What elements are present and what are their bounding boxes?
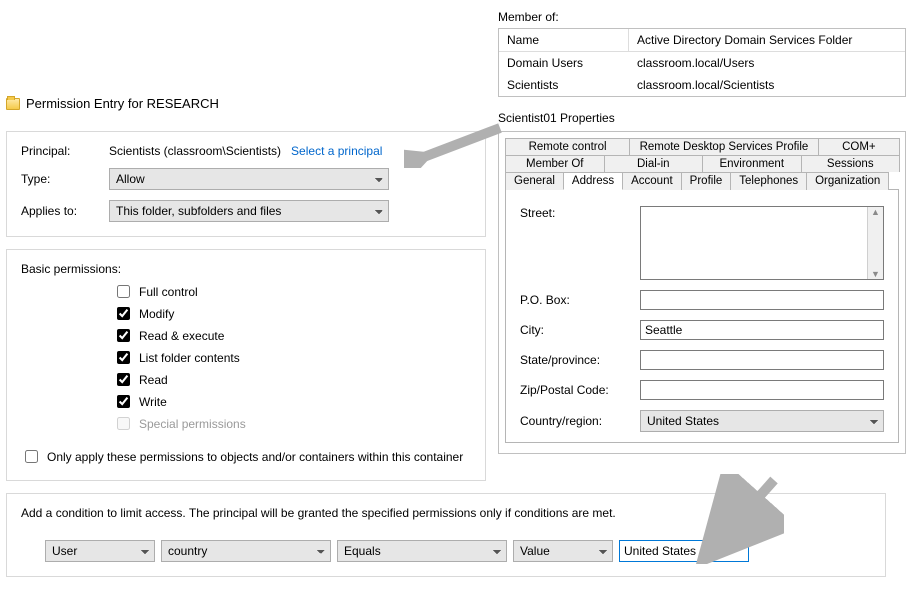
tab-general[interactable]: General — [505, 172, 564, 190]
permissions-group: Basic permissions: Full control Modify R… — [6, 249, 486, 481]
scrollbar[interactable]: ▲▼ — [867, 207, 883, 279]
street-label: Street: — [520, 206, 640, 220]
pobox-label: P.O. Box: — [520, 293, 640, 307]
select-principal-link[interactable]: Select a principal — [291, 144, 382, 158]
principal-value: Scientists (classroom\Scientists) — [109, 144, 281, 158]
perm-read-execute-label: Read & execute — [139, 329, 224, 343]
tab-telephones[interactable]: Telephones — [730, 172, 807, 190]
tab-organization[interactable]: Organization — [806, 172, 889, 190]
properties-title: Scientist01 Properties — [498, 111, 906, 125]
tab-address[interactable]: Address — [563, 172, 623, 190]
perm-list-folder-label: List folder contents — [139, 351, 240, 365]
basic-permissions-label: Basic permissions: — [21, 262, 471, 276]
member-row[interactable]: Domain Users classroom.local/Users — [499, 52, 905, 74]
member-name: Scientists — [499, 74, 629, 96]
state-input[interactable] — [640, 350, 884, 370]
applies-to-select[interactable]: This folder, subfolders and files — [109, 200, 389, 222]
condition-value-input[interactable] — [619, 540, 749, 562]
address-tab-content: Street: ▲▼ P.O. Box: City: State/provinc… — [505, 189, 899, 443]
pobox-input[interactable] — [640, 290, 884, 310]
perm-modify-label: Modify — [139, 307, 174, 321]
perm-write-label: Write — [139, 395, 167, 409]
country-select[interactable]: United States — [640, 410, 884, 432]
properties-dialog: Remote control Remote Desktop Services P… — [498, 131, 906, 454]
folder-icon — [6, 98, 20, 110]
perm-full-control[interactable] — [117, 285, 130, 298]
perm-read-label: Read — [139, 373, 168, 387]
zip-label: Zip/Postal Code: — [520, 383, 640, 397]
condition-group: Add a condition to limit access. The pri… — [6, 493, 886, 577]
perm-special-label: Special permissions — [139, 417, 246, 431]
permission-entry-title: Permission Entry for RESEARCH — [26, 96, 219, 111]
tab-account[interactable]: Account — [622, 172, 682, 190]
condition-operator-select[interactable]: Equals — [337, 540, 507, 562]
type-label: Type: — [21, 172, 109, 186]
condition-subject-select[interactable]: User — [45, 540, 155, 562]
type-select[interactable]: Allow — [109, 168, 389, 190]
only-apply-checkbox[interactable] — [25, 450, 38, 463]
member-of-label: Member of: — [498, 10, 906, 24]
perm-modify[interactable] — [117, 307, 130, 320]
street-textarea[interactable]: ▲▼ — [640, 206, 884, 280]
tab-sessions[interactable]: Sessions — [801, 155, 901, 172]
perm-read-execute[interactable] — [117, 329, 130, 342]
principal-label: Principal: — [21, 144, 109, 158]
tab-member-of[interactable]: Member Of — [505, 155, 605, 172]
member-folder: classroom.local/Scientists — [629, 74, 905, 96]
tab-remote-control[interactable]: Remote control — [505, 138, 630, 155]
city-input[interactable] — [640, 320, 884, 340]
principal-group: Principal: Scientists (classroom\Scienti… — [6, 131, 486, 237]
member-of-list: Name Active Directory Domain Services Fo… — [498, 28, 906, 97]
zip-input[interactable] — [640, 380, 884, 400]
applies-to-label: Applies to: — [21, 204, 109, 218]
perm-full-control-label: Full control — [139, 285, 198, 299]
perm-special — [117, 417, 130, 430]
country-label: Country/region: — [520, 414, 640, 428]
city-label: City: — [520, 323, 640, 337]
member-row[interactable]: Scientists classroom.local/Scientists — [499, 74, 905, 96]
tab-profile[interactable]: Profile — [681, 172, 732, 190]
tab-dial-in[interactable]: Dial-in — [604, 155, 704, 172]
perm-write[interactable] — [117, 395, 130, 408]
state-label: State/province: — [520, 353, 640, 367]
perm-read[interactable] — [117, 373, 130, 386]
member-name: Domain Users — [499, 52, 629, 74]
only-apply-label: Only apply these permissions to objects … — [47, 450, 463, 464]
member-col-name[interactable]: Name — [499, 29, 629, 51]
tab-com-plus[interactable]: COM+ — [818, 138, 900, 155]
tab-environment[interactable]: Environment — [702, 155, 802, 172]
member-col-folder[interactable]: Active Directory Domain Services Folder — [629, 29, 905, 51]
condition-value-type-select[interactable]: Value — [513, 540, 613, 562]
tab-remote-desktop[interactable]: Remote Desktop Services Profile — [629, 138, 819, 155]
condition-description: Add a condition to limit access. The pri… — [21, 506, 871, 520]
perm-list-folder[interactable] — [117, 351, 130, 364]
condition-attribute-select[interactable]: country — [161, 540, 331, 562]
member-folder: classroom.local/Users — [629, 52, 905, 74]
